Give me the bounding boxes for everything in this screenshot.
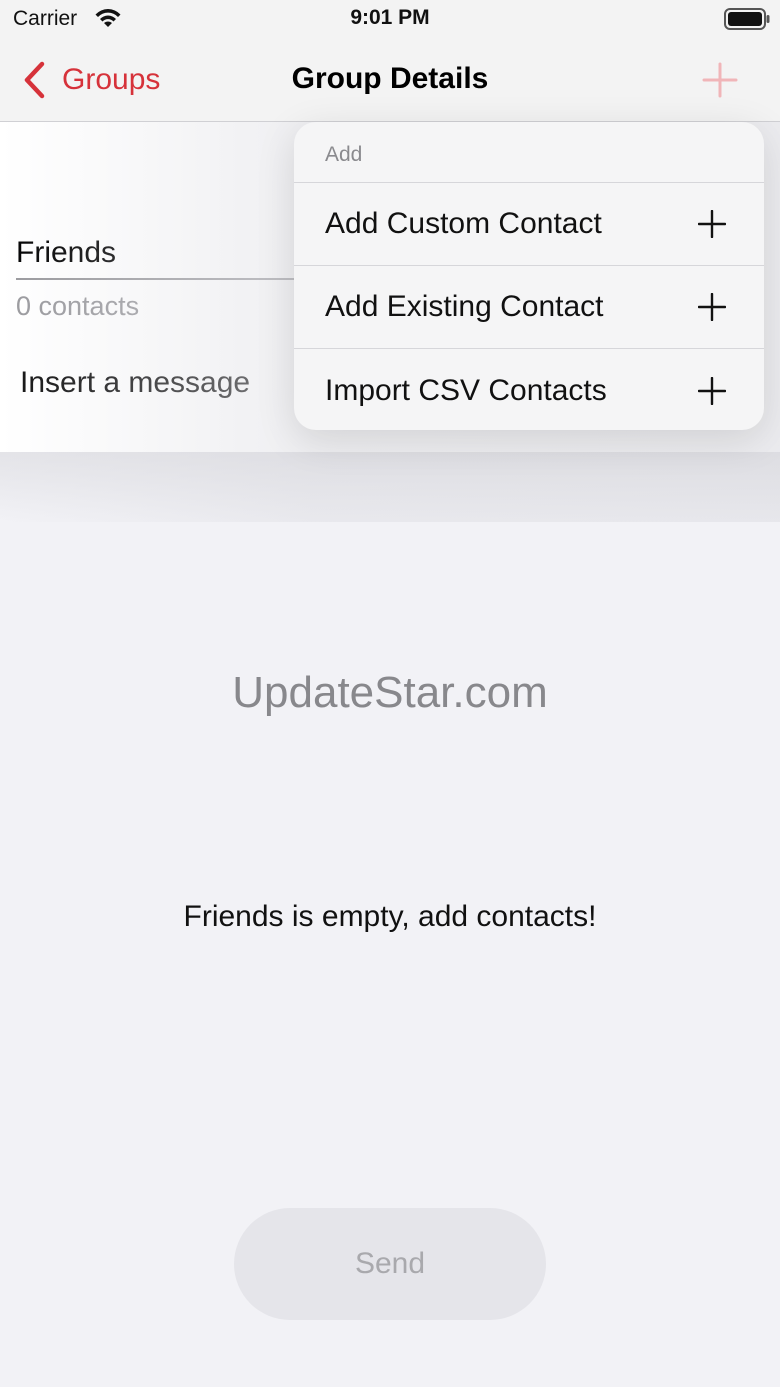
menu-item-add-existing-contact[interactable]: Add Existing Contact: [294, 266, 764, 349]
plus-icon: [698, 376, 726, 405]
plus-icon: [698, 210, 726, 238]
add-contact-button[interactable]: [696, 56, 744, 104]
add-menu-header: Add: [294, 122, 764, 183]
menu-item-label: Add Custom Contact: [325, 207, 602, 240]
watermark: UpdateStar.com: [232, 668, 548, 717]
group-name-field[interactable]: Friends: [16, 234, 300, 280]
battery-icon: [724, 8, 770, 30]
status-time: 9:01 PM: [350, 6, 430, 29]
page-title: Group Details: [291, 62, 489, 95]
add-menu: Add Add Custom Contact Add Existing Cont…: [294, 122, 764, 430]
dim-overlay-edge: [0, 452, 780, 522]
menu-item-import-csv-contacts[interactable]: Import CSV Contacts: [294, 349, 764, 430]
plus-icon: [698, 293, 726, 321]
message-input[interactable]: Insert a message: [20, 366, 300, 410]
empty-state-message: Friends is empty, add contacts!: [183, 900, 597, 933]
send-button[interactable]: Send: [234, 1208, 546, 1320]
menu-item-add-custom-contact[interactable]: Add Custom Contact: [294, 183, 764, 266]
navigation-bar: Groups Group Details: [0, 40, 780, 122]
contact-count-label: 0 contacts: [16, 291, 140, 321]
menu-item-label: Add Existing Contact: [325, 290, 604, 323]
status-bar: Carrier 9:01 PM: [0, 0, 780, 40]
menu-item-label: Import CSV Contacts: [325, 373, 607, 407]
